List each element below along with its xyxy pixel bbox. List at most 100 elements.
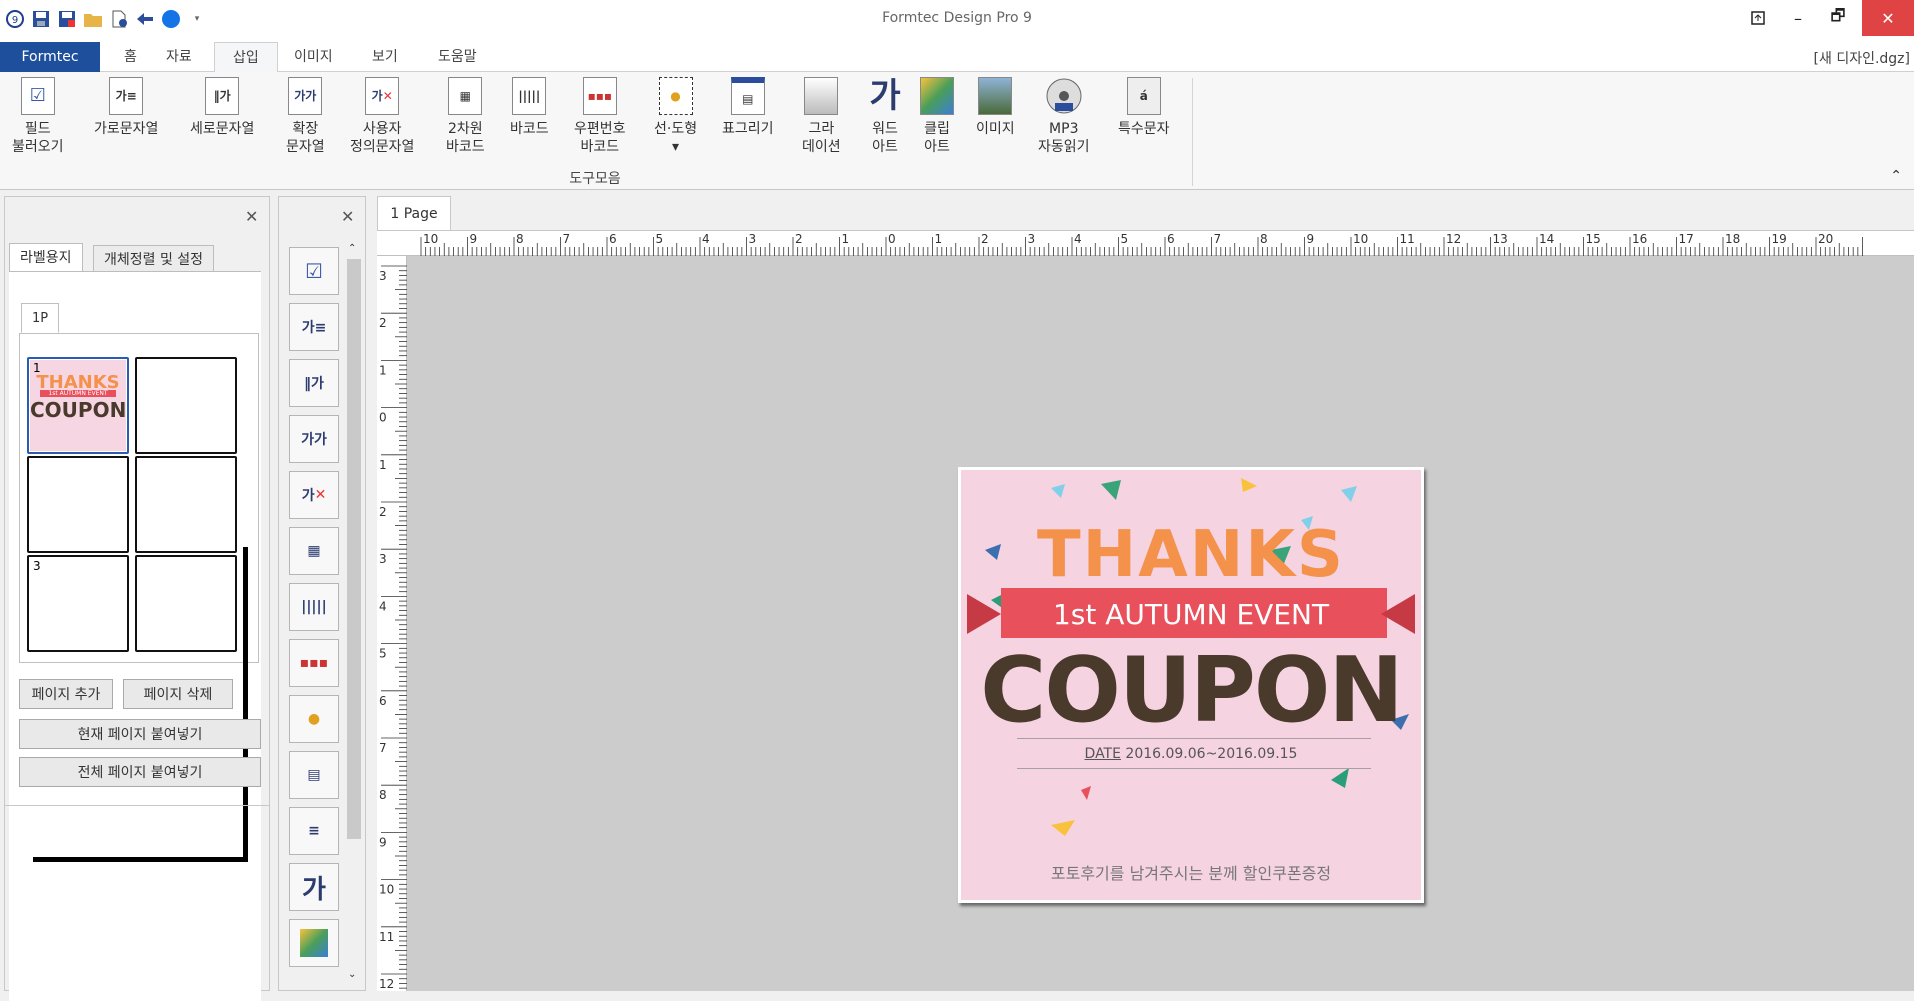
ruler-label: 12 xyxy=(379,977,394,991)
ruler-label: 4 xyxy=(379,599,387,613)
tool-field-load[interactable]: ☑ xyxy=(289,247,339,295)
ruler-label: 2 xyxy=(379,316,387,330)
tool-shape[interactable]: ● xyxy=(289,695,339,743)
ruler-label: 0 xyxy=(888,232,896,246)
coupon-label[interactable]: THANKS 1st AUTUMN EVENT COUPON DATE 2016… xyxy=(958,467,1424,903)
scroll-down-icon[interactable]: ⌄ xyxy=(348,969,356,980)
qr-code-icon: ▦ xyxy=(446,76,484,116)
ruler-label: 0 xyxy=(379,411,387,425)
tab-image[interactable]: 이미지 xyxy=(276,42,351,72)
paste-all-pages-button[interactable]: 전체 페이지 붙여넣기 xyxy=(19,757,261,787)
tool-custom-text[interactable]: 가 ✕ xyxy=(289,471,339,519)
scroll-thumb[interactable] xyxy=(347,259,361,839)
shape-icon: ● xyxy=(657,76,695,116)
tool-vertical-text[interactable]: ‖가 xyxy=(289,359,339,407)
page-tab[interactable]: 1 Page xyxy=(377,196,451,230)
postal-barcode-icon: ▪▪▪ xyxy=(581,76,619,116)
close-tools-icon[interactable]: ✕ xyxy=(341,207,354,226)
mp3-button[interactable]: MP3 자동읽기 xyxy=(1038,76,1090,156)
tab-view[interactable]: 보기 xyxy=(354,42,416,72)
restore-icon[interactable]: 🗗 xyxy=(1814,0,1862,36)
ruler-label: 10 xyxy=(379,883,394,897)
field-load-icon: ☑ xyxy=(19,76,57,116)
mp3-icon xyxy=(1045,76,1083,116)
label-cell[interactable] xyxy=(135,357,237,454)
ribbon: ☑ 필드 불러오기 가≡ 가로문자열 ‖가 세로문자열 가가 확장 문자열 가 ✕ 사용자 정의문… xyxy=(0,72,1914,190)
page-tab-1p[interactable]: 1P xyxy=(21,303,59,333)
scroll-up-icon[interactable]: ⌃ xyxy=(348,243,356,254)
clip-art-icon xyxy=(918,76,956,116)
ruler-label: 9 xyxy=(1307,232,1315,246)
ribbon-separator xyxy=(1192,78,1193,186)
ruler-label: 18 xyxy=(1725,232,1740,246)
ruler-label: 1 xyxy=(935,232,943,246)
tool-qr-code[interactable]: ▦ xyxy=(289,527,339,575)
ruler-label: 14 xyxy=(1539,232,1554,246)
horizontal-text-icon: 가≡ xyxy=(107,76,145,116)
qr-code-button[interactable]: ▦ 2차원 바코드 xyxy=(446,76,485,156)
label-cell[interactable] xyxy=(135,456,237,553)
word-art-button[interactable]: 가 워드 아트 xyxy=(866,76,904,156)
shape-button[interactable]: ● 선·도형 ▾ xyxy=(654,76,697,156)
paste-current-page-button[interactable]: 현재 페이지 붙여넣기 xyxy=(19,719,261,749)
cell-number: 1 xyxy=(33,361,41,375)
gradation-button[interactable]: 그라 데이션 xyxy=(802,76,841,156)
vertical-text-button[interactable]: ‖가 세로문자열 xyxy=(190,76,254,138)
tab-help[interactable]: 도움말 xyxy=(420,42,495,72)
extended-text-button[interactable]: 가가 확장 문자열 xyxy=(286,76,325,156)
close-icon[interactable]: ✕ xyxy=(1862,0,1914,36)
delete-page-button[interactable]: 페이지 삭제 xyxy=(123,679,233,709)
tab-formtec[interactable]: Formtec xyxy=(0,42,100,72)
field-load-button[interactable]: ☑ 필드 불러오기 xyxy=(12,76,64,156)
tool-gradation[interactable]: ≡ xyxy=(289,807,339,855)
image-button[interactable]: 이미지 xyxy=(976,76,1015,138)
close-panel-icon[interactable]: ✕ xyxy=(245,207,258,226)
horizontal-text-button[interactable]: 가≡ 가로문자열 xyxy=(94,76,158,138)
postal-barcode-button[interactable]: ▪▪▪ 우편번호 바코드 xyxy=(574,76,626,156)
ruler-label: 4 xyxy=(702,232,710,246)
gradation-icon xyxy=(802,76,840,116)
tool-scrollbar[interactable]: ⌃ ⌄ xyxy=(345,241,363,986)
horizontal-text-icon: 가≡ xyxy=(301,320,327,336)
ruler-label: 6 xyxy=(379,694,387,708)
tab-data[interactable]: 자료 xyxy=(148,42,210,72)
tool-postal-barcode[interactable]: ▪▪▪ xyxy=(289,639,339,687)
shape-icon: ● xyxy=(307,711,321,727)
special-char-icon: á xyxy=(1125,76,1163,116)
special-char-button[interactable]: á 특수문자 xyxy=(1118,76,1170,138)
tool-extended-text[interactable]: 가가 xyxy=(289,415,339,463)
ruler-label: 2 xyxy=(795,232,803,246)
canvas[interactable]: THANKS 1st AUTUMN EVENT COUPON DATE 2016… xyxy=(407,256,1914,991)
extended-text-icon: 가가 xyxy=(301,432,327,448)
word-art-icon: 가 xyxy=(302,874,326,905)
vertical-text-icon: ‖가 xyxy=(203,76,241,116)
app-title: Formtec Design Pro 9 xyxy=(882,10,1032,26)
tool-table[interactable]: ▤ xyxy=(289,751,339,799)
ruler-label: 3 xyxy=(379,552,387,566)
ruler-label: 13 xyxy=(1493,232,1508,246)
table-button[interactable]: ▤ 표그리기 xyxy=(722,76,774,138)
ruler-label: 8 xyxy=(1260,232,1268,246)
tool-barcode[interactable]: ||||| xyxy=(289,583,339,631)
ruler-label: 1 xyxy=(379,363,387,377)
add-page-button[interactable]: 페이지 추가 xyxy=(19,679,113,709)
ruler-label: 3 xyxy=(1028,232,1036,246)
tool-horizontal-text[interactable]: 가≡ xyxy=(289,303,339,351)
label-cell[interactable] xyxy=(135,555,237,652)
clip-art-button[interactable]: 클립 아트 xyxy=(918,76,956,156)
tab-insert[interactable]: 삽입 xyxy=(214,42,278,73)
image-icon xyxy=(976,76,1014,116)
collapse-ribbon-icon[interactable]: ⌃ xyxy=(1890,168,1902,184)
tool-clip-art[interactable] xyxy=(289,919,339,967)
barcode-button[interactable]: ||||| 바코드 xyxy=(510,76,549,138)
cell-number: 3 xyxy=(33,559,41,573)
custom-text-button[interactable]: 가 ✕ 사용자 정의문자열 xyxy=(350,76,414,156)
label-cell[interactable]: THANKS 1st AUTUMN EVENT COUPON 1 xyxy=(27,357,129,454)
tool-word-art[interactable]: 가 xyxy=(289,863,339,911)
ruler-label: 5 xyxy=(656,232,664,246)
coupon-text: COUPON xyxy=(980,638,1403,743)
tab-label-paper[interactable]: 라벨용지 xyxy=(9,243,83,273)
label-cell[interactable]: 3 xyxy=(27,555,129,652)
ruler-label: 6 xyxy=(1167,232,1175,246)
label-cell[interactable] xyxy=(27,456,129,553)
